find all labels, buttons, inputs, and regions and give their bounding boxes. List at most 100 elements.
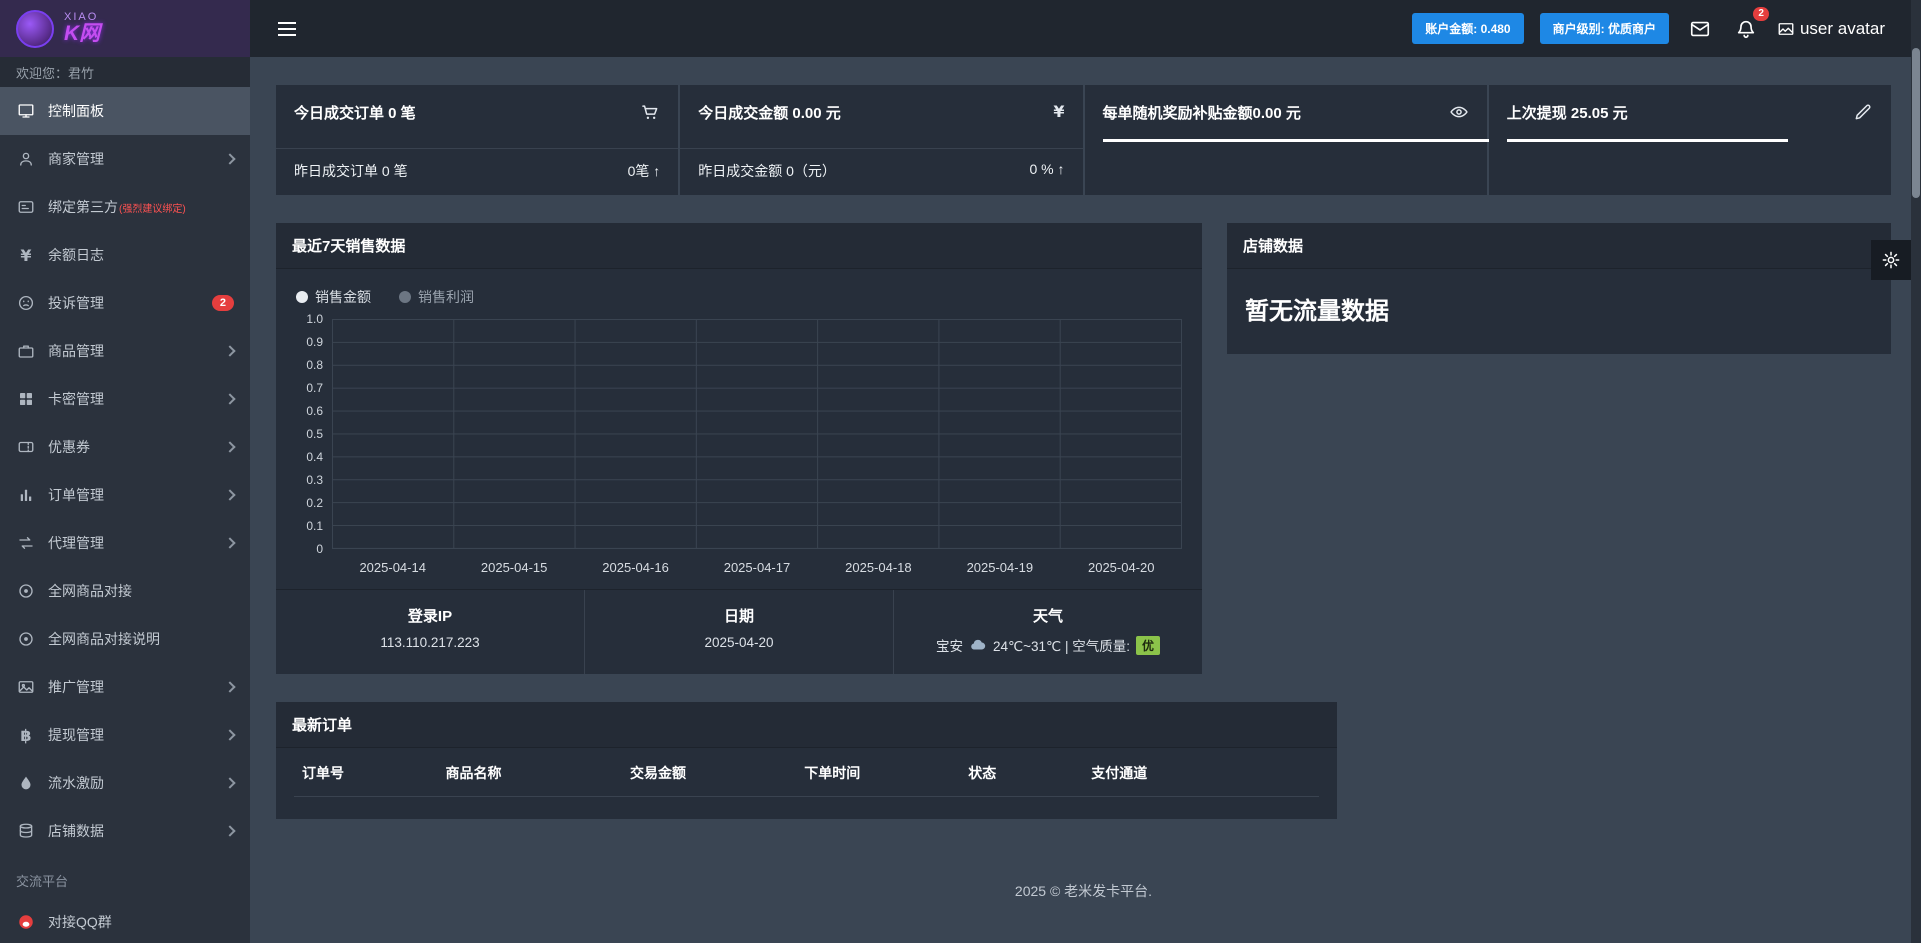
bind-warning-note: (强烈建议绑定) — [119, 204, 186, 215]
y-tick: 0.1 — [306, 519, 323, 533]
settings-gear-button[interactable] — [1871, 240, 1911, 280]
bar-chart-icon — [16, 485, 36, 505]
stat-card-last-withdraw: 上次提现 25.05 元 — [1488, 85, 1891, 195]
sidebar-section-label: 交流平台 — [16, 874, 69, 889]
account-balance-button[interactable]: 账户金额: 0.480 — [1412, 13, 1524, 44]
sidebar-item-label: 绑定第三方(强烈建议绑定) — [48, 199, 186, 215]
x-label: 2025-04-15 — [480, 560, 548, 575]
avatar-alt-text: user avatar — [1799, 18, 1885, 38]
main-area: 账户金额: 0.480 商户级别: 优质商户 2 user avatar 今日成… — [250, 0, 1921, 943]
bell-icon — [1735, 18, 1757, 40]
footer-copyright: 2025 © 老米发卡平台. — [1014, 883, 1153, 899]
page-scrollbar[interactable] — [1911, 0, 1921, 943]
chevron-right-icon — [224, 729, 236, 741]
sidebar-item-product-link[interactable]: 全网商品对接 — [0, 567, 250, 615]
yen-icon: ¥ — [1053, 102, 1065, 121]
chart-info-row: 登录IP 113.110.217.223 日期 2025-04-20 天气 宝安 — [276, 589, 1202, 674]
shop-data-panel: 店铺数据 暂无流量数据 — [1227, 223, 1891, 354]
sidebar-item-products[interactable]: 商品管理 — [0, 327, 250, 375]
login-ip-label: 登录IP — [407, 608, 453, 625]
sidebar-item-balance-log[interactable]: ¥ 余额日志 — [0, 231, 250, 279]
dashboard-icon — [16, 101, 36, 121]
legend-item-sales-amount[interactable]: 销售金额 — [296, 287, 371, 307]
sidebar-item-label: 订单管理 — [48, 487, 104, 503]
sidebar-item-merchant[interactable]: 商家管理 — [0, 135, 250, 183]
mail-button[interactable] — [1685, 14, 1715, 44]
x-label: 2025-04-17 — [723, 560, 791, 575]
sidebar: XIAO K网 欢迎您：君竹 控制面板 商家管理 绑定第三方(强烈建议绑定) ¥… — [0, 0, 250, 943]
orders-empty-body — [276, 797, 1337, 819]
broken-image-icon — [1777, 20, 1795, 38]
hamburger-menu-icon[interactable] — [272, 16, 302, 42]
sidebar-item-dashboard[interactable]: 控制面板 — [0, 87, 250, 135]
sidebar-item-shop-data[interactable]: 店铺数据 — [0, 807, 250, 855]
logo-icon — [16, 9, 54, 48]
chevron-right-icon — [224, 393, 236, 405]
chevron-right-icon — [224, 345, 236, 357]
x-label: 2025-04-20 — [1087, 560, 1155, 575]
sidebar-item-bind-thirdparty[interactable]: 绑定第三方(强烈建议绑定) — [0, 183, 250, 231]
chevron-right-icon — [224, 441, 236, 453]
orders-col-status: 状态 — [960, 748, 1084, 797]
date-value: 2025-04-20 — [704, 635, 774, 650]
merchant-level-button[interactable]: 商户级别: 优质商户 — [1539, 13, 1669, 44]
sidebar-item-label: 对接QQ群 — [48, 914, 112, 930]
user-avatar[interactable]: user avatar — [1777, 19, 1885, 39]
sidebar-item-orders[interactable]: 订单管理 — [0, 471, 250, 519]
orders-table: 订单号 商品名称 交易金额 下单时间 状态 支付通道 — [294, 748, 1319, 797]
yen-icon: ¥ — [20, 245, 32, 265]
goods-icon — [16, 341, 36, 361]
stat-title: 每单随机奖励补贴金额0.00 元 — [1102, 105, 1301, 122]
notifications-count-badge: 2 — [1753, 6, 1769, 21]
chevron-right-icon — [224, 681, 236, 693]
scrollbar-thumb[interactable] — [1912, 48, 1920, 198]
database-icon — [16, 821, 36, 841]
y-tick: 0.7 — [306, 381, 323, 395]
sidebar-item-promotion[interactable]: 推广管理 — [0, 663, 250, 711]
y-tick: 0.3 — [306, 473, 323, 487]
chevron-right-icon — [224, 489, 236, 501]
water-drop-icon — [16, 773, 36, 793]
cloud-icon — [969, 636, 987, 654]
weather-label: 天气 — [1032, 608, 1063, 625]
shop-empty-message: 暂无流量数据 — [1245, 298, 1389, 325]
y-tick: 0.8 — [306, 358, 323, 372]
stat-title: 今日成交金额 0.00 元 — [698, 105, 841, 122]
gear-icon — [1881, 250, 1901, 270]
sidebar-item-coupons[interactable]: 优惠券 — [0, 423, 250, 471]
login-ip-cell: 登录IP 113.110.217.223 — [276, 590, 584, 674]
sidebar-item-card-keys[interactable]: 卡密管理 — [0, 375, 250, 423]
sales-chart-title: 最近7天销售数据 — [276, 223, 1202, 269]
sidebar-item-qq-group[interactable]: 对接QQ群 — [0, 898, 250, 943]
notifications-button[interactable]: 2 — [1731, 6, 1769, 44]
sidebar-item-label: 余额日志 — [48, 247, 104, 263]
sales-chart-panel: 最近7天销售数据 销售金额 销售利润 1.0 0.9 0.8 0.7 0.6 0… — [276, 223, 1202, 674]
app-logo[interactable]: XIAO K网 — [0, 0, 250, 57]
sidebar-item-complaints[interactable]: 投诉管理 2 — [0, 279, 250, 327]
sidebar-item-label: 卡密管理 — [48, 391, 104, 407]
sidebar-item-withdraw[interactable]: ฿ 提现管理 — [0, 711, 250, 759]
sidebar-item-agents[interactable]: 代理管理 — [0, 519, 250, 567]
chart-y-axis: 1.0 0.9 0.8 0.7 0.6 0.5 0.4 0.3 0.2 0.1 — [286, 312, 332, 556]
bitcoin-icon: ฿ — [20, 725, 32, 745]
legend-label: 销售利润 — [418, 289, 474, 305]
sidebar-item-product-link-docs[interactable]: 全网商品对接说明 — [0, 615, 250, 663]
legend-item-sales-profit[interactable]: 销售利润 — [399, 287, 474, 307]
x-label: 2025-04-16 — [602, 560, 669, 575]
topbar: 账户金额: 0.480 商户级别: 优质商户 2 user avatar — [250, 0, 1921, 57]
chevron-right-icon — [224, 777, 236, 789]
chevron-right-icon — [224, 537, 236, 549]
sidebar-item-label: 全网商品对接说明 — [48, 631, 160, 647]
stat-trend-value: 0笔 ↑ — [627, 163, 661, 179]
stat-title: 上次提现 25.05 元 — [1506, 105, 1628, 122]
dot-circle-icon — [16, 629, 36, 649]
panels-row: 最近7天销售数据 销售金额 销售利润 1.0 0.9 0.8 0.7 0.6 0… — [276, 223, 1891, 674]
coupon-icon — [16, 437, 36, 457]
app-window: XIAO K网 欢迎您：君竹 控制面板 商家管理 绑定第三方(强烈建议绑定) ¥… — [0, 0, 1921, 943]
stat-trend-value: 0 % ↑ — [1029, 161, 1065, 177]
y-tick: 0.6 — [306, 404, 323, 418]
y-tick: 0.9 — [306, 335, 323, 349]
x-label: 2025-04-19 — [966, 560, 1034, 575]
sidebar-item-flow-incentive[interactable]: 流水激励 — [0, 759, 250, 807]
stat-title: 今日成交订单 0 笔 — [294, 105, 416, 122]
